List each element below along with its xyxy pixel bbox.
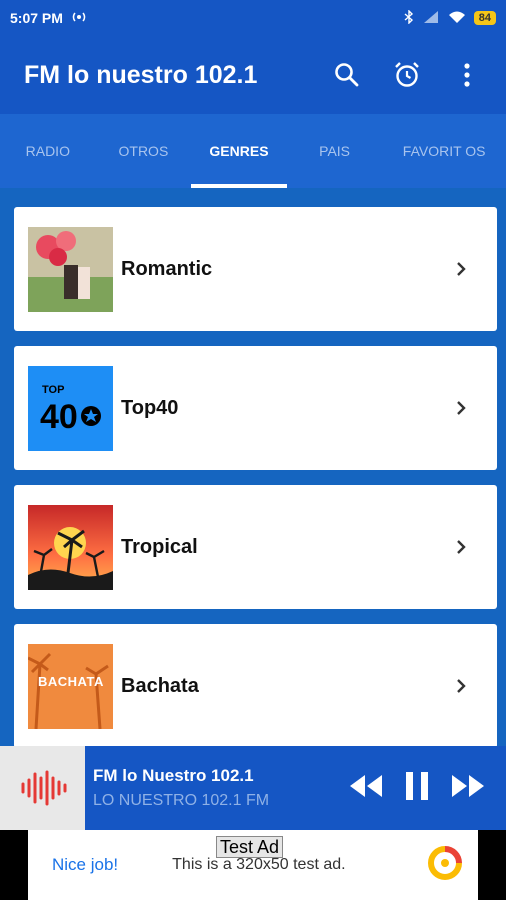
- pause-icon[interactable]: [404, 771, 430, 806]
- chevron-right-icon: [449, 257, 473, 281]
- rewind-icon[interactable]: [348, 773, 384, 804]
- chevron-right-icon: [449, 535, 473, 559]
- bachata-thumbnail-text: BACHATA: [38, 673, 104, 689]
- chevron-right-icon: [449, 674, 473, 698]
- ad-logo-icon: [428, 845, 462, 885]
- genre-item-top40[interactable]: TOP 40 Top40: [14, 346, 497, 470]
- bluetooth-icon: [404, 8, 414, 27]
- genre-label: Tropical: [121, 535, 198, 558]
- genre-list: Romantic TOP 40 Top40 Tropical BACHATA B…: [0, 188, 506, 746]
- test-ad-label: Test Ad: [216, 836, 284, 858]
- tab-bar: RADIO OTROS GENRES PAIS FAVORIT OS: [0, 114, 506, 188]
- genre-label: Bachata: [121, 674, 199, 697]
- genre-label: Romantic: [121, 257, 213, 280]
- audio-waveform-icon: [0, 746, 85, 830]
- more-options-icon[interactable]: [452, 60, 482, 90]
- radio-signal-icon: [71, 10, 87, 26]
- fast-forward-icon[interactable]: [450, 773, 486, 804]
- cell-signal-icon: [422, 10, 440, 27]
- status-bar: 5:07 PM 84: [0, 0, 506, 36]
- bachata-thumbnail: BACHATA: [28, 643, 113, 729]
- mini-player[interactable]: FM lo Nuestro 102.1 LO NUESTRO 102.1 FM: [0, 746, 506, 830]
- ad-body-text: This is a 320x50 test ad.: [172, 856, 346, 873]
- chevron-right-icon: [449, 396, 473, 420]
- player-subtitle: LO NUESTRO 102.1 FM: [93, 792, 270, 809]
- genre-item-tropical[interactable]: Tropical: [14, 485, 497, 609]
- top40-thumbnail: TOP 40: [28, 365, 113, 451]
- genre-item-romantic[interactable]: Romantic: [14, 207, 497, 331]
- player-title: FM lo Nuestro 102.1: [93, 766, 254, 785]
- wifi-icon: [448, 10, 466, 27]
- battery-indicator: 84: [473, 11, 496, 25]
- genre-label: Top40: [121, 396, 179, 419]
- tab-favoritos[interactable]: FAVORIT OS: [382, 114, 506, 188]
- romantic-thumbnail: [28, 226, 113, 312]
- tropical-thumbnail: [28, 504, 113, 590]
- genre-item-bachata[interactable]: BACHATA Bachata: [14, 624, 497, 746]
- alarm-icon[interactable]: [392, 60, 422, 90]
- app-title: FM lo nuestro 102.1: [24, 60, 258, 89]
- tab-otros[interactable]: OTROS: [96, 114, 192, 188]
- ad-nice-text: Nice job!: [52, 855, 119, 874]
- tab-genres[interactable]: GENRES: [191, 114, 287, 188]
- svg-text:40: 40: [40, 398, 78, 436]
- app-bar: FM lo nuestro 102.1: [0, 36, 506, 114]
- search-icon[interactable]: [332, 60, 362, 90]
- tab-pais[interactable]: PAIS: [287, 114, 383, 188]
- status-time: 5:07 PM: [10, 10, 63, 26]
- tab-radio[interactable]: RADIO: [0, 114, 96, 188]
